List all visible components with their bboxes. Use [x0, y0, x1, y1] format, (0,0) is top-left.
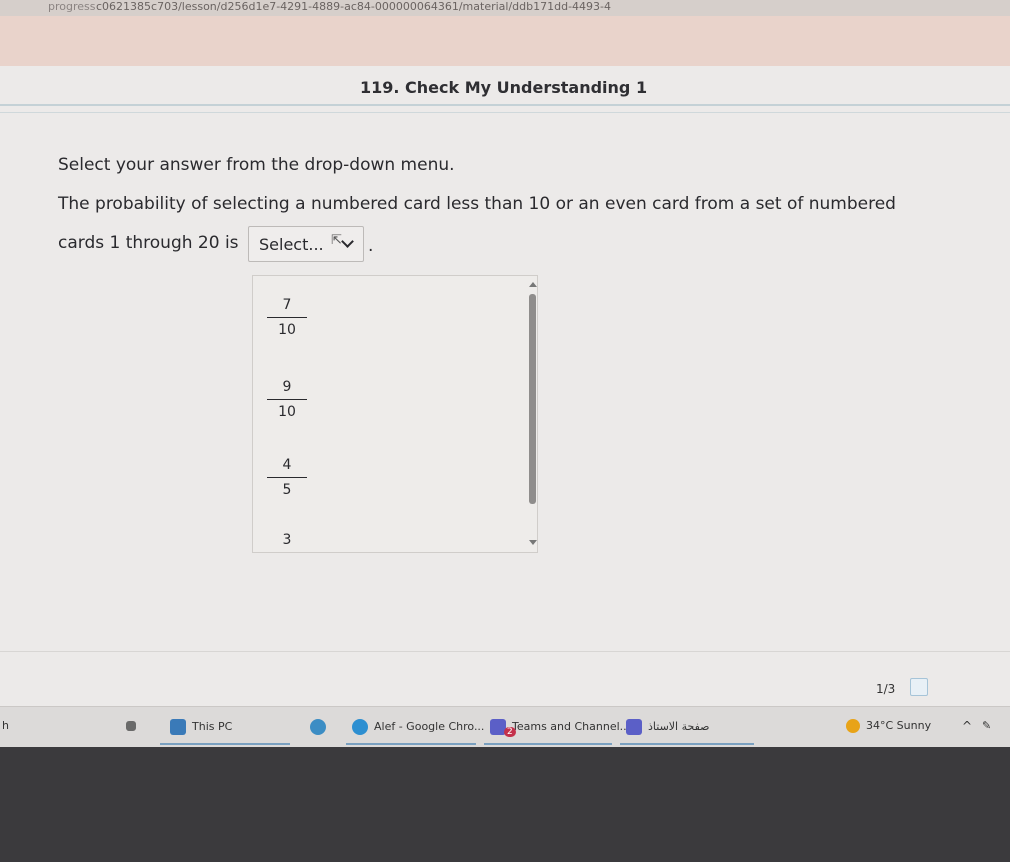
monitor-bezel	[0, 747, 1010, 862]
teams-icon	[626, 719, 642, 735]
dropdown-option-9-10[interactable]: 9 10	[267, 378, 307, 421]
question-text-line2: cards 1 through 20 is	[58, 233, 239, 253]
option-numerator: 7	[282, 297, 292, 313]
taskbar-this-pc[interactable]: This PC	[170, 719, 232, 735]
chrome-icon	[352, 719, 368, 735]
option-denominator: 10	[278, 322, 296, 338]
sun-icon	[846, 719, 860, 733]
option-numerator: 9	[282, 379, 292, 395]
scrollbar-thumb[interactable]	[529, 294, 536, 504]
active-indicator	[160, 743, 290, 745]
taskbar-label: صفحة الاستاذ	[648, 720, 710, 733]
option-denominator: 10	[278, 404, 296, 420]
scroll-up-arrow-icon[interactable]	[529, 282, 537, 287]
divider	[0, 651, 1010, 652]
instruction-text: Select your answer from the drop-down me…	[58, 155, 455, 175]
taskbar-edge-text: h	[2, 719, 9, 732]
question-text-line1: The probability of selecting a numbered …	[58, 194, 896, 214]
page-counter: 1/3	[876, 682, 896, 696]
active-indicator	[484, 743, 612, 745]
sentence-period: .	[368, 236, 374, 256]
weather-app-icon	[310, 719, 326, 735]
taskbar-apps-icon[interactable]	[126, 719, 142, 732]
pen-icon[interactable]: ✎	[982, 719, 991, 732]
computer-icon	[170, 719, 186, 735]
dropdown-option-4-5[interactable]: 4 5	[267, 456, 307, 499]
page-title: 119. Check My Understanding 1	[360, 78, 648, 97]
chevron-up-icon[interactable]: ^	[962, 719, 972, 733]
chevron-down-icon	[341, 235, 354, 248]
option-denominator: 5	[282, 482, 292, 498]
dropdown-option-7-10[interactable]: 7 10	[267, 296, 307, 339]
taskbar-chrome[interactable]: Alef - Google Chro...	[352, 719, 484, 735]
taskbar-teams-2[interactable]: صفحة الاستاذ	[626, 719, 710, 735]
address-bar[interactable]: c0621385c703/lesson/d256d1e7-4291-4889-a…	[0, 0, 1010, 16]
fraction-bar	[267, 317, 307, 318]
taskbar-weather-app[interactable]	[310, 719, 332, 735]
fraction-bar	[267, 399, 307, 400]
weather-text: 34°C Sunny	[866, 719, 932, 732]
windows-taskbar: h This PC Alef - Google Chro... Teams an…	[0, 706, 1010, 747]
taskbar-label: Teams and Channel...	[512, 720, 631, 733]
header-band	[0, 16, 1010, 66]
teams-badge: 2	[504, 727, 516, 737]
active-indicator	[346, 743, 476, 745]
dropdown-menu: 7 10 9 10 4 5 3	[252, 275, 538, 553]
active-indicator	[620, 743, 754, 745]
option-numerator: 4	[282, 457, 292, 473]
select-label: Select...	[259, 235, 324, 254]
url-prefix: progress	[48, 0, 96, 13]
fraction-bar	[267, 477, 307, 478]
pager-square-icon[interactable]	[910, 678, 928, 696]
url-text: c0621385c703/lesson/d256d1e7-4291-4889-a…	[96, 0, 612, 13]
taskbar-label: This PC	[192, 720, 233, 733]
taskbar-weather[interactable]: 34°C Sunny	[846, 719, 931, 733]
divider	[0, 104, 1010, 106]
taskbar-label: Alef - Google Chro...	[374, 720, 485, 733]
divider	[0, 112, 1010, 113]
answer-select[interactable]: Select... ⇱	[248, 226, 364, 262]
dropdown-option-3[interactable]: 3	[267, 532, 307, 548]
scroll-down-arrow-icon[interactable]	[529, 540, 537, 545]
